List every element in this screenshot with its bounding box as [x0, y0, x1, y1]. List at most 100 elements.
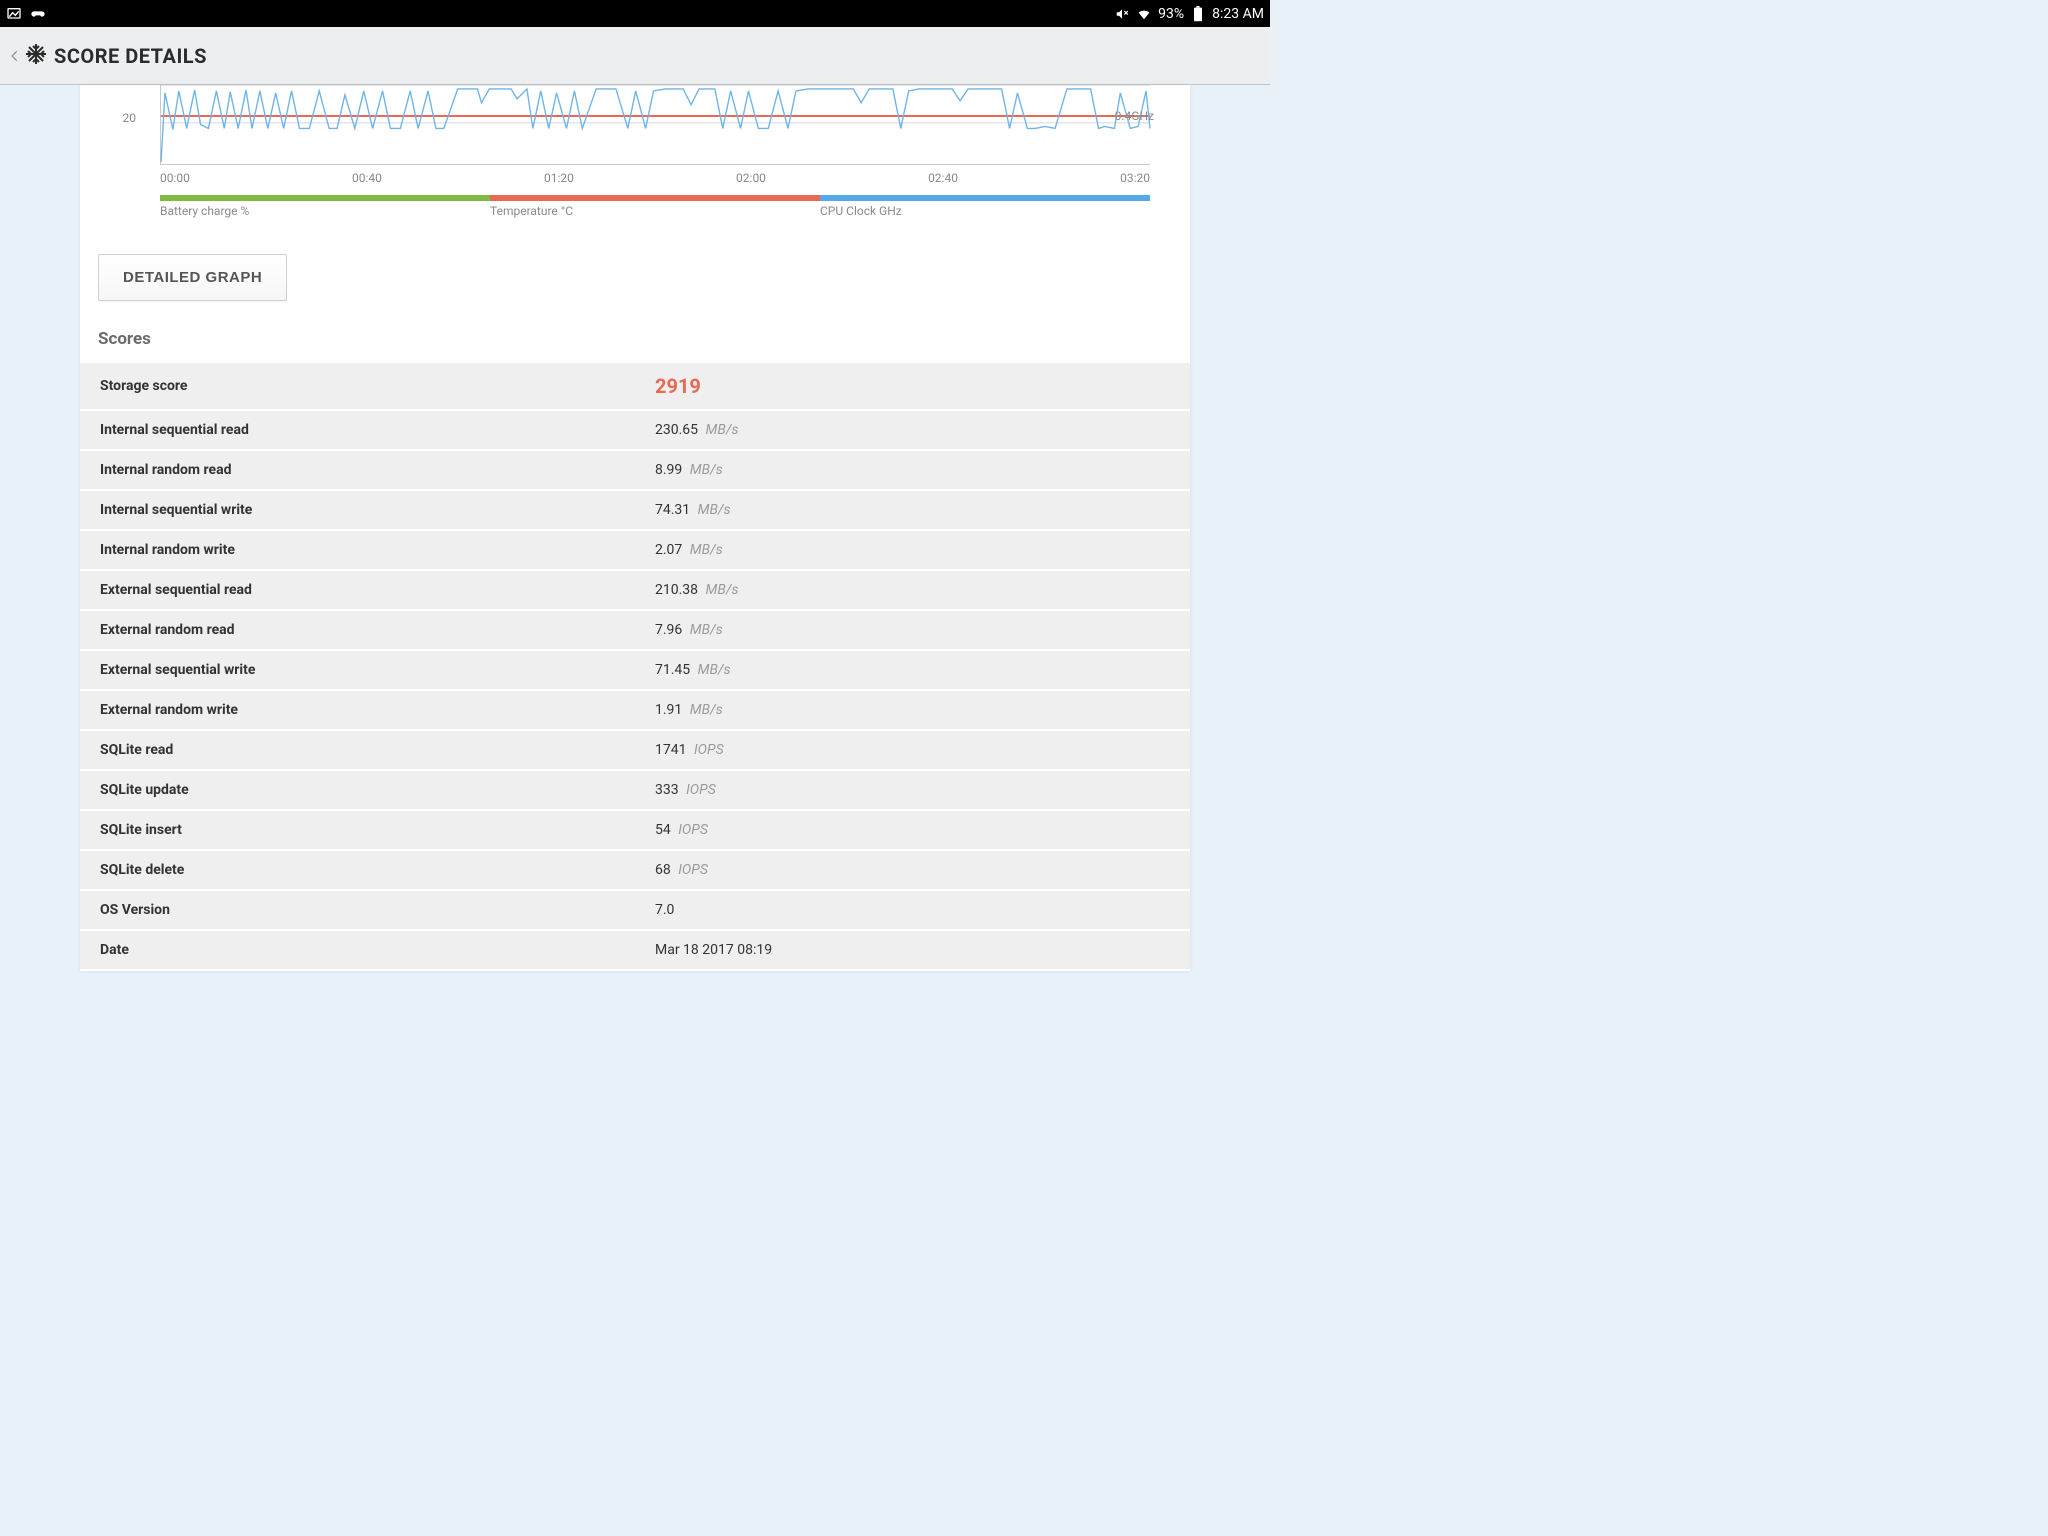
score-value: 2919: [655, 374, 701, 398]
game-controller-icon: [30, 6, 46, 22]
back-button[interactable]: [8, 42, 48, 70]
table-row: Internal random read8.99 MB/s: [80, 450, 1190, 490]
score-unit: MB/s: [706, 422, 739, 438]
score-value: 68: [655, 862, 671, 878]
score-card: 20 0.4GHz 00:00 00:40 01:20 02:00 02:40 …: [80, 85, 1190, 971]
score-value: 7.96: [655, 622, 682, 638]
chart-frame[interactable]: 0.4GHz: [160, 85, 1150, 165]
score-value: 7.0: [655, 902, 674, 918]
score-label: Internal sequential read: [80, 410, 635, 450]
x-tick: 01:20: [544, 171, 574, 185]
x-tick: 02:40: [928, 171, 958, 185]
score-value: 74.31: [655, 502, 690, 518]
status-time: 8:23 AM: [1212, 6, 1264, 22]
score-value-cell: 1741 IOPS: [635, 730, 1190, 770]
score-value-cell: 2919: [635, 363, 1190, 410]
score-value: 230.65: [655, 422, 698, 438]
table-row: SQLite read1741 IOPS: [80, 730, 1190, 770]
app-bar: SCORE DETAILS: [0, 27, 1270, 85]
wifi-icon: [1136, 6, 1152, 22]
score-unit: MB/s: [698, 662, 731, 678]
snowflake-icon: [24, 42, 48, 70]
y-left-tick: 20: [80, 111, 136, 125]
table-row: External random read7.96 MB/s: [80, 610, 1190, 650]
score-unit: MB/s: [690, 702, 723, 718]
score-label: Internal sequential write: [80, 490, 635, 530]
score-value-cell: 68 IOPS: [635, 850, 1190, 890]
score-value: 210.38: [655, 582, 698, 598]
page-title: SCORE DETAILS: [54, 44, 207, 68]
legend-labels: Battery charge % Temperature °C CPU Cloc…: [160, 204, 1150, 218]
chart-area: 20 0.4GHz 00:00 00:40 01:20 02:00 02:40 …: [80, 85, 1190, 224]
score-unit: IOPS: [686, 782, 716, 798]
x-tick: 00:40: [352, 171, 382, 185]
table-row: Internal sequential write74.31 MB/s: [80, 490, 1190, 530]
scores-table: Storage score 2919 Internal sequential rea…: [80, 363, 1190, 971]
legend-battery: Battery charge %: [160, 204, 490, 218]
score-label: External random read: [80, 610, 635, 650]
score-unit: MB/s: [690, 542, 723, 558]
score-unit: MB/s: [690, 462, 723, 478]
score-unit: MB/s: [698, 502, 731, 518]
score-label: Internal random write: [80, 530, 635, 570]
score-value-cell: 8.99 MB/s: [635, 450, 1190, 490]
battery-percent: 93%: [1158, 6, 1184, 22]
score-label: Storage score: [80, 363, 635, 410]
score-unit: MB/s: [690, 622, 723, 638]
score-value: 71.45: [655, 662, 690, 678]
score-value-cell: 71.45 MB/s: [635, 650, 1190, 690]
table-row: Storage score 2919: [80, 363, 1190, 410]
table-row: SQLite insert54 IOPS: [80, 810, 1190, 850]
score-value: 1.91: [655, 702, 682, 718]
legend-bar-cpu: [820, 195, 1150, 201]
score-unit: MB/s: [706, 582, 739, 598]
cpu-clock-line: [161, 85, 1150, 164]
battery-icon: [1190, 6, 1206, 22]
score-value-cell: 54 IOPS: [635, 810, 1190, 850]
y-right-tick: 0.4GHz: [1115, 109, 1154, 123]
x-tick: 02:00: [736, 171, 766, 185]
table-row: SQLite delete68 IOPS: [80, 850, 1190, 890]
legend-temperature: Temperature °C: [490, 204, 820, 218]
score-value: 8.99: [655, 462, 682, 478]
score-label: Date: [80, 930, 635, 970]
score-value: 333: [655, 782, 679, 798]
table-row: SQLite update333 IOPS: [80, 770, 1190, 810]
score-unit: IOPS: [678, 862, 708, 878]
score-unit: IOPS: [678, 822, 708, 838]
mute-icon: [1114, 6, 1130, 22]
table-row: Internal random write2.07 MB/s: [80, 530, 1190, 570]
score-value: 2.07: [655, 542, 682, 558]
table-row: External random write1.91 MB/s: [80, 690, 1190, 730]
score-label: SQLite insert: [80, 810, 635, 850]
x-tick: 03:20: [1120, 171, 1150, 185]
score-value: Mar 18 2017 08:19: [655, 942, 772, 958]
legend-cpu: CPU Clock GHz: [820, 204, 1150, 218]
score-value-cell: Mar 18 2017 08:19: [635, 930, 1190, 970]
score-value-cell: 74.31 MB/s: [635, 490, 1190, 530]
score-value-cell: 7.96 MB/s: [635, 610, 1190, 650]
score-label: External sequential write: [80, 650, 635, 690]
score-label: SQLite update: [80, 770, 635, 810]
table-row: Date Mar 18 2017 08:19: [80, 930, 1190, 970]
score-value-cell: 230.65 MB/s: [635, 410, 1190, 450]
score-label: SQLite delete: [80, 850, 635, 890]
gallery-icon: [6, 6, 22, 22]
score-value-cell: 7.0: [635, 890, 1190, 930]
score-value-cell: 333 IOPS: [635, 770, 1190, 810]
score-label: OS Version: [80, 890, 635, 930]
score-label: SQLite read: [80, 730, 635, 770]
legend-bar-temperature: [490, 195, 820, 201]
score-value: 54: [655, 822, 671, 838]
legend-bar-battery: [160, 195, 490, 201]
table-row: Internal sequential read230.65 MB/s: [80, 410, 1190, 450]
table-row: OS Version 7.0: [80, 890, 1190, 930]
x-tick: 00:00: [160, 171, 190, 185]
table-row: External sequential write71.45 MB/s: [80, 650, 1190, 690]
table-row: External sequential read210.38 MB/s: [80, 570, 1190, 610]
detailed-graph-button[interactable]: DETAILED GRAPH: [98, 254, 287, 301]
score-value-cell: 2.07 MB/s: [635, 530, 1190, 570]
score-unit: IOPS: [694, 742, 724, 758]
score-value-cell: 210.38 MB/s: [635, 570, 1190, 610]
legend-color-bars: [160, 195, 1150, 201]
